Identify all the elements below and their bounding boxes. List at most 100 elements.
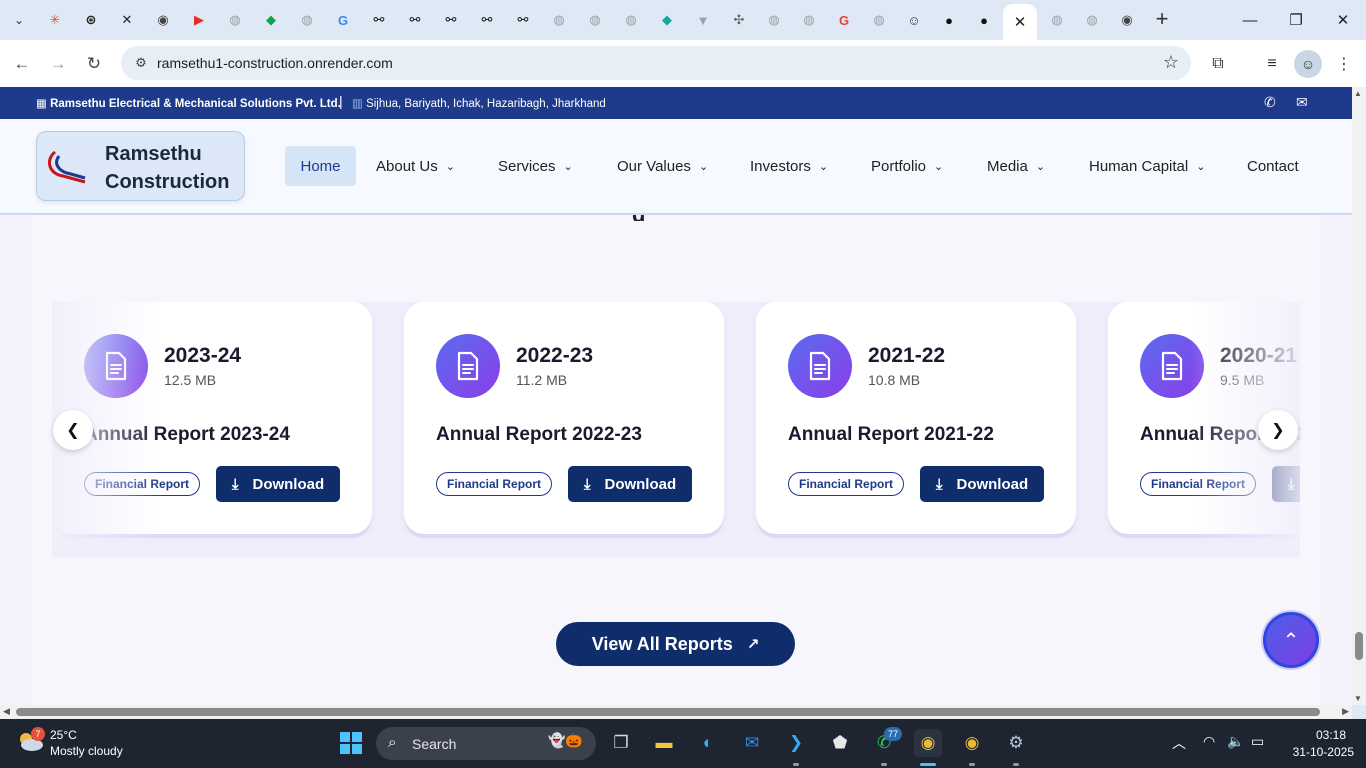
phone-icon[interactable]: ✆: [1264, 94, 1276, 111]
close-tab-icon[interactable]: ✕: [1014, 13, 1027, 31]
person-icon[interactable]: ☺: [904, 10, 924, 30]
forward-icon[interactable]: →: [44, 50, 72, 78]
clock-time[interactable]: 03:18: [1316, 728, 1346, 742]
globe-icon[interactable]: ◍: [297, 10, 317, 30]
google-icon[interactable]: G: [834, 10, 854, 30]
globe-icon[interactable]: ◍: [621, 10, 641, 30]
volume-icon[interactable]: 🔈: [1227, 733, 1244, 750]
x-icon[interactable]: ✕: [117, 10, 137, 30]
nav-contact[interactable]: Contact: [1247, 146, 1299, 186]
scroll-to-top-button[interactable]: ⌃: [1263, 612, 1319, 668]
url-text[interactable]: ramsethu1-construction.onrender.com: [157, 55, 393, 71]
link-icon[interactable]: ⚯: [405, 10, 425, 30]
asterisk-icon[interactable]: ✳: [45, 10, 65, 30]
menu-kebab-icon[interactable]: ⋮: [1330, 50, 1358, 78]
download-button[interactable]: ⤓Download: [568, 466, 692, 502]
bookmark-star-icon[interactable]: ☆: [1163, 52, 1179, 73]
clock-date[interactable]: 31-10-2025: [1293, 745, 1354, 759]
horizontal-scrollbar[interactable]: ◀ ▶: [0, 705, 1352, 719]
globe-icon[interactable]: ◍: [799, 10, 819, 30]
search-icon: ⌕: [388, 734, 397, 751]
task-view-icon[interactable]: ❐: [607, 729, 635, 757]
download-button[interactable]: ⤓Download: [920, 466, 1044, 502]
download-button[interactable]: ⤓Download: [216, 466, 340, 502]
tray-overflow-chevron-icon[interactable]: ︿: [1172, 733, 1186, 753]
site-logo[interactable]: Ramsethu Construction: [36, 131, 245, 201]
carousel-next-button[interactable]: ❯: [1258, 410, 1298, 450]
weather-temperature[interactable]: 25°C: [50, 728, 77, 742]
profile-avatar[interactable]: ☺: [1294, 50, 1322, 78]
globe-icon[interactable]: ◍: [764, 10, 784, 30]
link-icon[interactable]: ⚯: [369, 10, 389, 30]
scroll-right-arrow-icon[interactable]: ▶: [1342, 706, 1349, 717]
edge-icon[interactable]: ◐: [694, 729, 722, 757]
settings-gear-icon[interactable]: ⚙: [1002, 729, 1030, 757]
back-icon[interactable]: ←: [8, 50, 36, 78]
scroll-left-arrow-icon[interactable]: ◀: [3, 706, 10, 717]
chrome-icon[interactable]: ◉: [153, 10, 173, 30]
github-icon[interactable]: ●: [939, 10, 959, 30]
view-all-reports-button[interactable]: View All Reports ↗: [556, 622, 795, 666]
vscode-icon[interactable]: ❯: [782, 729, 810, 757]
report-year: 2023-24: [164, 344, 242, 367]
minimize-icon[interactable]: —: [1227, 6, 1273, 34]
globe-icon[interactable]: ◍: [549, 10, 569, 30]
report-file-size: 10.8 MB: [868, 372, 921, 388]
file-explorer-icon[interactable]: ▬: [650, 729, 678, 757]
scroll-up-arrow-icon[interactable]: ▲: [1354, 89, 1362, 98]
maximize-icon[interactable]: ❐: [1273, 6, 1319, 34]
google-icon[interactable]: G: [333, 10, 353, 30]
search-highlight-icon: 👻🎃: [548, 732, 583, 748]
media-control-icon[interactable]: ≡: [1258, 50, 1286, 78]
terminal-app-icon[interactable]: ⬟: [826, 729, 854, 757]
chrome-icon[interactable]: ◉: [1117, 10, 1137, 30]
chrome-profile-icon[interactable]: ◉: [958, 729, 986, 757]
nav-human-capital[interactable]: Human Capital ⌄: [1089, 146, 1205, 186]
nav-services[interactable]: Services ⌄: [498, 146, 573, 186]
link-icon[interactable]: ⚯: [513, 10, 533, 30]
nav-portfolio[interactable]: Portfolio ⌄: [871, 146, 943, 186]
scroll-down-arrow-icon[interactable]: ▼: [1354, 694, 1362, 703]
site-settings-icon[interactable]: ⚙: [131, 53, 151, 73]
new-tab-button[interactable]: +: [1150, 8, 1174, 32]
horizontal-scroll-thumb[interactable]: [16, 708, 1320, 716]
vertical-scroll-thumb[interactable]: [1355, 632, 1363, 660]
battery-icon[interactable]: ▭: [1251, 733, 1264, 750]
feather-icon[interactable]: ▼: [693, 10, 713, 30]
leaf-icon[interactable]: ◆: [261, 10, 281, 30]
weather-description[interactable]: Mostly cloudy: [50, 744, 123, 758]
extensions-icon[interactable]: ⧉: [1204, 50, 1232, 78]
nav-home[interactable]: Home: [285, 146, 356, 186]
vertical-scrollbar[interactable]: ▲ ▼: [1352, 87, 1366, 705]
windows-start-icon[interactable]: [340, 732, 362, 754]
carousel-prev-button[interactable]: ❮: [53, 410, 93, 450]
tab-search-icon[interactable]: ⌄: [6, 8, 32, 32]
taskbar-search[interactable]: ⌕ Search 👻🎃: [376, 727, 596, 760]
nav-our-values[interactable]: Our Values ⌄: [617, 146, 708, 186]
globe-icon[interactable]: ◍: [225, 10, 245, 30]
mail-icon[interactable]: ✉: [1296, 94, 1308, 111]
youtube-icon[interactable]: ▶: [189, 10, 209, 30]
active-tab[interactable]: ✕: [1003, 4, 1037, 40]
link-icon[interactable]: ⚯: [441, 10, 461, 30]
nav-media[interactable]: Media ⌄: [987, 146, 1045, 186]
github-icon[interactable]: ●: [974, 10, 994, 30]
reload-icon[interactable]: ↻: [80, 50, 108, 78]
globe-icon[interactable]: ◍: [585, 10, 605, 30]
chrome-taskbar-icon[interactable]: ◉: [914, 729, 942, 757]
diamond-icon[interactable]: ◆: [657, 10, 677, 30]
nav-investors[interactable]: Investors ⌄: [750, 146, 828, 186]
nav-about[interactable]: About Us ⌄: [376, 146, 455, 186]
link-icon[interactable]: ⚯: [477, 10, 497, 30]
logo-text: Ramsethu Construction: [105, 143, 230, 193]
openai-icon[interactable]: ⊛: [81, 10, 101, 30]
address-bar[interactable]: ⚙ ramsethu1-construction.onrender.com ☆: [121, 46, 1191, 80]
window-close-icon[interactable]: ✕: [1320, 6, 1366, 34]
sparkle-icon[interactable]: ✣: [729, 10, 749, 30]
globe-icon[interactable]: ◍: [1047, 10, 1067, 30]
outlook-icon[interactable]: ✉: [738, 729, 766, 757]
top-info-bar: ▦ Ramsethu Electrical & Mechanical Solut…: [0, 87, 1352, 119]
wifi-icon[interactable]: ◠: [1203, 733, 1215, 750]
globe-icon[interactable]: ◍: [1082, 10, 1102, 30]
globe-icon[interactable]: ◍: [869, 10, 889, 30]
